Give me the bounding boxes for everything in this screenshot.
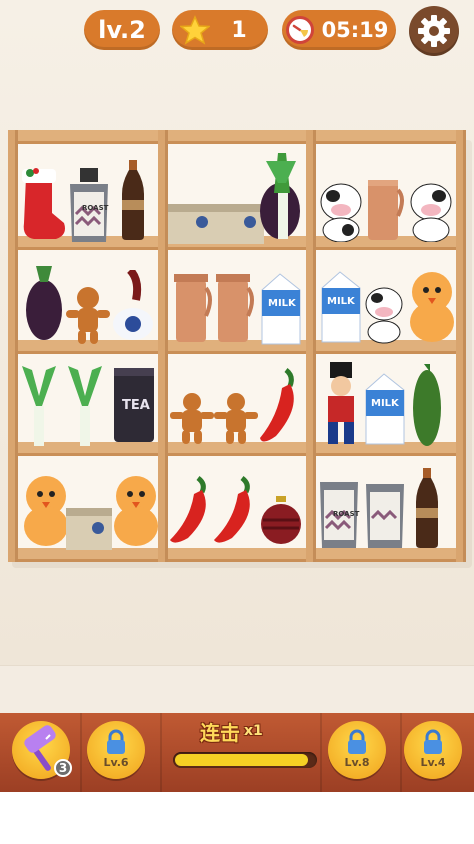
level-label: lv.2 <box>98 16 146 44</box>
divider-strip <box>0 665 474 714</box>
milk-label: MILK <box>268 298 296 309</box>
hammer-count-badge: 3 <box>54 759 72 777</box>
eggplant-item[interactable] <box>22 258 66 342</box>
shelf-board <box>8 548 466 562</box>
bottom-margin <box>0 792 474 844</box>
timer: 05:19 <box>282 10 396 50</box>
chick-item[interactable] <box>112 474 160 550</box>
combo-progress-fill <box>175 754 308 766</box>
teapot-pepper-item[interactable] <box>110 270 156 344</box>
timer-value: 05:19 <box>321 18 389 42</box>
copper-pitcher-item[interactable] <box>364 176 404 242</box>
combo-multiplier: x1 <box>244 723 263 739</box>
chili-pepper-item[interactable] <box>256 366 304 446</box>
stars-counter: 1 <box>172 10 268 50</box>
locked-booster-lv8[interactable]: Lv.8 <box>328 721 386 779</box>
shelf-post <box>456 130 466 562</box>
milk-carton-item[interactable] <box>258 272 304 346</box>
level-indicator: lv.2 <box>84 10 160 50</box>
lock-icon <box>107 729 125 754</box>
booster-level-label: Lv.6 <box>103 756 129 769</box>
cow-plush-item[interactable] <box>318 180 364 242</box>
combo-label: 连击 x1 <box>200 718 300 745</box>
leek-item[interactable] <box>64 366 106 446</box>
tea-box-item[interactable] <box>66 508 112 550</box>
combo-progress-bar <box>173 752 317 768</box>
copper-pitcher-item[interactable] <box>172 272 214 344</box>
tea-label: TEA <box>122 398 150 413</box>
chick-item[interactable] <box>22 474 70 550</box>
christmas-ornament-item[interactable] <box>258 496 304 546</box>
roast-label: ROAST <box>333 510 360 518</box>
booster-level-label: Lv.4 <box>420 756 446 769</box>
gear-icon <box>418 15 450 47</box>
nutcracker-item[interactable] <box>318 362 364 446</box>
green-pea-pod-item[interactable] <box>410 364 444 446</box>
roast-label: ROAST <box>82 204 109 212</box>
stars-count: 1 <box>231 17 247 43</box>
cow-plush-item[interactable] <box>408 180 454 242</box>
shelf-board <box>8 130 466 144</box>
chili-pepper-item[interactable] <box>212 474 260 546</box>
locked-booster-lv6[interactable]: Lv.6 <box>87 721 145 779</box>
chick-item[interactable] <box>408 270 456 344</box>
milk-label: MILK <box>327 296 355 307</box>
coffee-bag-item[interactable] <box>362 480 408 550</box>
settings-button[interactable] <box>409 6 459 56</box>
leek-item[interactable] <box>18 366 60 446</box>
milk-carton-item[interactable] <box>362 372 408 446</box>
lock-icon <box>348 729 366 754</box>
star-icon <box>180 15 210 45</box>
booster-level-label: Lv.8 <box>344 756 370 769</box>
chili-pepper-item[interactable] <box>168 474 216 546</box>
locked-booster-lv4[interactable]: Lv.4 <box>404 721 462 779</box>
lock-icon <box>424 729 442 754</box>
gingerbread-item[interactable] <box>66 286 110 344</box>
gingerbread-item[interactable] <box>214 392 258 446</box>
tea-box-item[interactable] <box>168 204 216 244</box>
gingerbread-item[interactable] <box>170 392 214 446</box>
cola-bottle-item[interactable] <box>414 468 440 548</box>
cola-bottle-item[interactable] <box>120 160 146 240</box>
milk-label: MILK <box>371 398 399 409</box>
eggplant-leek-item[interactable] <box>256 153 308 241</box>
cow-plush-item[interactable] <box>364 284 404 344</box>
clock-icon <box>286 16 314 44</box>
copper-pitcher-item[interactable] <box>214 272 256 344</box>
christmas-stocking-item[interactable] <box>16 163 70 243</box>
combo-text: 连击 <box>200 720 240 745</box>
milk-carton-item[interactable] <box>318 270 364 344</box>
